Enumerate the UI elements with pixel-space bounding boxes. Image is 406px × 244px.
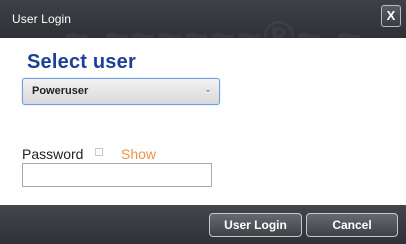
title-bar: ~ ~~~~~~®~ ~ User Login X bbox=[0, 0, 406, 38]
show-password-label[interactable]: Show bbox=[121, 146, 156, 162]
select-user-heading: Select user bbox=[27, 51, 136, 73]
user-login-dialog: ~ ~~~~~~®~ ~ User Login X Select user Po… bbox=[0, 0, 406, 244]
user-login-button[interactable]: User Login bbox=[209, 213, 302, 237]
cancel-button[interactable]: Cancel bbox=[306, 213, 398, 237]
show-password-checkbox[interactable] bbox=[95, 148, 103, 156]
dialog-title: User Login bbox=[12, 12, 72, 26]
close-icon: X bbox=[386, 8, 396, 23]
user-select-dropdown[interactable]: Poweruser bbox=[22, 78, 220, 105]
dialog-footer: User Login Cancel bbox=[0, 205, 406, 244]
chevron-down-icon bbox=[206, 90, 210, 92]
title-bar-watermark: ~ ~~~~~~®~ ~ bbox=[64, 12, 364, 38]
password-label: Password bbox=[22, 146, 84, 162]
selected-user-value: Poweruser bbox=[32, 85, 89, 97]
close-button[interactable]: X bbox=[381, 5, 401, 27]
password-field[interactable] bbox=[22, 163, 212, 187]
